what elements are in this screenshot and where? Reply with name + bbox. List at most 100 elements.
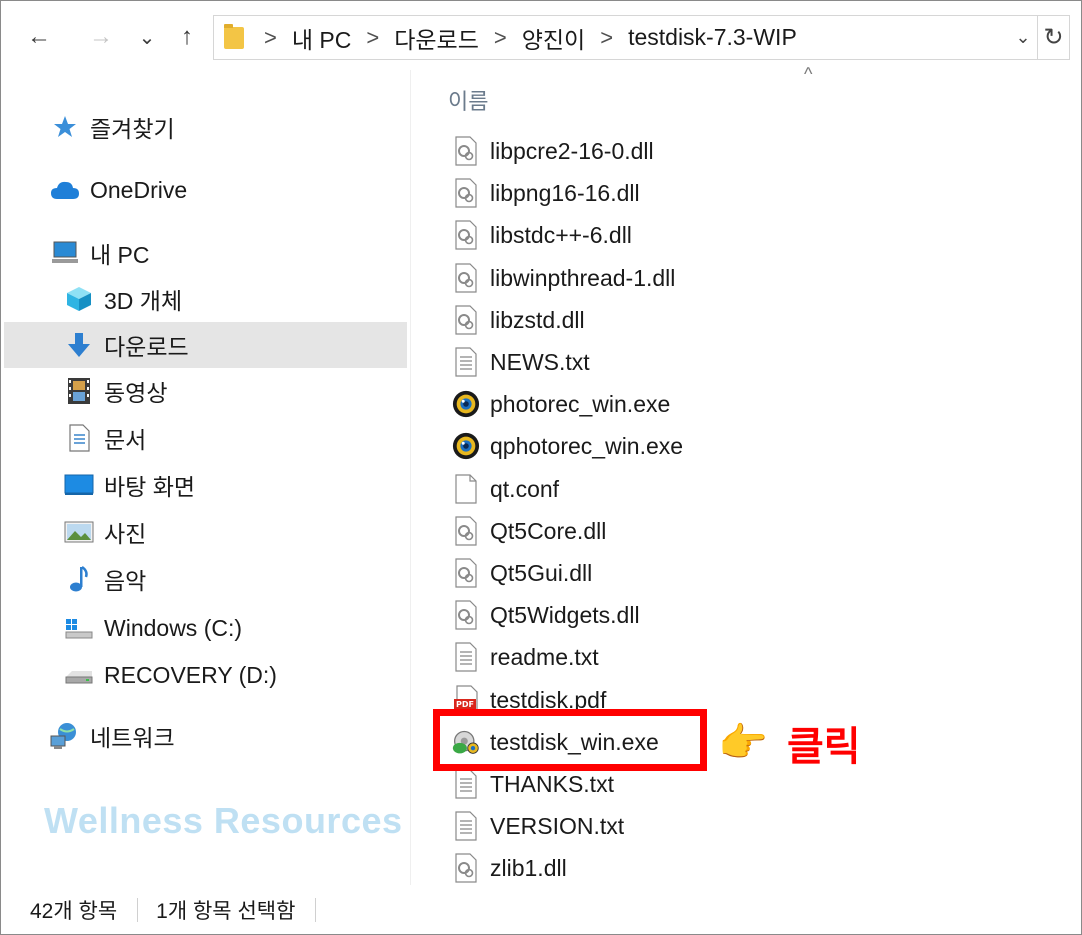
up-arrow-icon: ↑ bbox=[181, 23, 193, 50]
breadcrumb-separator: > bbox=[493, 24, 507, 50]
pane-divider[interactable] bbox=[410, 70, 411, 885]
file-name: libpng16-16.dll bbox=[490, 180, 640, 206]
sidebar-item-pictures[interactable]: 사진 bbox=[64, 509, 146, 555]
file-name: qt.conf bbox=[490, 476, 560, 502]
sidebar-item-label: RECOVERY (D:) bbox=[104, 661, 277, 688]
file-row-version-txt[interactable]: VERSION.txt bbox=[440, 805, 910, 847]
breadcrumb-current-folder[interactable]: testdisk-7.3-WIP bbox=[628, 24, 797, 51]
sidebar-item-label: 사진 bbox=[104, 521, 147, 547]
dll-file-icon bbox=[452, 304, 480, 336]
sidebar-item-downloads[interactable]: 다운로드 bbox=[4, 322, 407, 368]
up-button[interactable]: ↑ bbox=[170, 18, 204, 56]
file-row-qt5core-dll[interactable]: Qt5Core.dll bbox=[440, 510, 910, 552]
status-item-count: 42개 항목 bbox=[30, 900, 118, 923]
file-row-qphotorec-win-exe[interactable]: qphotorec_win.exe bbox=[440, 425, 910, 467]
film-icon bbox=[64, 376, 94, 406]
file-row-qt5gui-dll[interactable]: Qt5Gui.dll bbox=[440, 552, 910, 594]
windows-drive-icon bbox=[64, 613, 94, 643]
file-name: libzstd.dll bbox=[490, 307, 585, 333]
dll-file-icon bbox=[452, 262, 480, 294]
blank-file-icon bbox=[452, 473, 480, 505]
file-name: VERSION.txt bbox=[490, 813, 625, 839]
file-name: photorec_win.exe bbox=[490, 391, 671, 417]
sidebar-item-label: 바탕 화면 bbox=[104, 474, 196, 500]
dll-file-icon bbox=[452, 515, 480, 547]
file-row-news-txt[interactable]: NEWS.txt bbox=[440, 341, 910, 383]
photorec-app-icon bbox=[452, 388, 480, 420]
file-row-libstdc-6-dll[interactable]: libstdc++-6.dll bbox=[440, 214, 910, 256]
file-row-libwinpthread-1-dll[interactable]: libwinpthread-1.dll bbox=[440, 257, 910, 299]
file-row-readme-txt[interactable]: readme.txt bbox=[440, 636, 910, 678]
address-dropdown-button[interactable]: ⌄ bbox=[1009, 15, 1037, 60]
file-name: libpcre2-16-0.dll bbox=[490, 138, 654, 164]
file-name: zlib1.dll bbox=[490, 855, 567, 881]
network-icon bbox=[50, 721, 80, 751]
breadcrumb-user-folder[interactable]: 양진이 bbox=[522, 21, 585, 55]
sidebar-item-label: 네트워크 bbox=[90, 725, 175, 751]
back-arrow-icon: ← bbox=[27, 23, 51, 50]
chevron-down-icon: ⌄ bbox=[138, 26, 156, 49]
sidebar-item-favorites[interactable]: 즐겨찾기 bbox=[50, 104, 175, 150]
refresh-icon: ↻ bbox=[1043, 24, 1064, 51]
sidebar-item-videos[interactable]: 동영상 bbox=[64, 368, 167, 414]
click-annotation-label: 클릭 bbox=[787, 725, 861, 769]
file-name: qphotorec_win.exe bbox=[490, 433, 684, 459]
forward-button[interactable]: → bbox=[84, 18, 118, 56]
sidebar-item-this-pc[interactable]: 내 PC bbox=[50, 230, 150, 276]
computer-icon bbox=[50, 238, 80, 268]
dll-file-icon bbox=[452, 219, 480, 251]
breadcrumb-separator: > bbox=[600, 24, 614, 50]
picture-icon bbox=[64, 517, 94, 547]
highlight-box bbox=[433, 709, 707, 771]
sidebar-item-drive-c[interactable]: Windows (C:) bbox=[64, 605, 242, 651]
column-header-name[interactable]: 이름 bbox=[448, 84, 488, 116]
status-bar: 42개 항목 1개 항목 선택함 bbox=[0, 885, 1082, 935]
file-row-libpcre2-16-0-dll[interactable]: libpcre2-16-0.dll bbox=[440, 130, 910, 172]
watermark-text: Wellness Resources bbox=[44, 800, 403, 841]
star-icon bbox=[50, 112, 80, 142]
file-row-qt-conf[interactable]: qt.conf bbox=[440, 468, 910, 510]
sidebar-item-label: 즐겨찾기 bbox=[90, 116, 175, 142]
sidebar-item-label: OneDrive bbox=[90, 176, 188, 203]
text-file-icon bbox=[452, 641, 480, 673]
file-row-photorec-win-exe[interactable]: photorec_win.exe bbox=[440, 383, 910, 425]
back-button[interactable]: ← bbox=[22, 18, 56, 56]
sidebar-item-label: 3D 개체 bbox=[104, 288, 183, 314]
sidebar-item-drive-d[interactable]: RECOVERY (D:) bbox=[64, 652, 277, 698]
sidebar-item-onedrive[interactable]: OneDrive bbox=[50, 167, 187, 213]
sidebar-item-network[interactable]: 네트워크 bbox=[50, 713, 175, 759]
file-name: libstdc++-6.dll bbox=[490, 222, 632, 248]
dll-file-icon bbox=[452, 177, 480, 209]
download-arrow-icon bbox=[64, 330, 94, 360]
file-row-qt5widgets-dll[interactable]: Qt5Widgets.dll bbox=[440, 594, 910, 636]
file-row-zlib1-dll[interactable]: zlib1.dll bbox=[440, 847, 910, 889]
dll-file-icon bbox=[452, 852, 480, 884]
navigation-pane: 즐겨찾기 OneDrive 내 PC 3D 개체 다운로드 동영상 문서 바탕 … bbox=[0, 70, 410, 885]
music-note-icon bbox=[64, 564, 94, 594]
status-separator bbox=[315, 898, 317, 922]
address-bar[interactable]: > 내 PC > 다운로드 > 양진이 > testdisk-7.3-WIP bbox=[213, 15, 1038, 60]
breadcrumb-downloads[interactable]: 다운로드 bbox=[394, 21, 479, 55]
sidebar-item-music[interactable]: 음악 bbox=[64, 556, 146, 602]
recent-locations-button[interactable]: ⌄ bbox=[132, 18, 162, 56]
status-selected-count: 1개 항목 선택함 bbox=[156, 900, 296, 923]
drive-icon bbox=[64, 660, 94, 690]
sidebar-item-documents[interactable]: 문서 bbox=[64, 415, 146, 461]
sort-ascending-icon: ^ bbox=[804, 64, 813, 84]
breadcrumb-separator: > bbox=[366, 24, 380, 50]
text-file-icon bbox=[452, 346, 480, 378]
sidebar-item-3d-objects[interactable]: 3D 개체 bbox=[64, 276, 182, 322]
sidebar-item-label: Windows (C:) bbox=[104, 614, 243, 641]
text-file-icon bbox=[452, 810, 480, 842]
file-name: readme.txt bbox=[490, 644, 599, 670]
file-row-libpng16-16-dll[interactable]: libpng16-16.dll bbox=[440, 172, 910, 214]
file-row-libzstd-dll[interactable]: libzstd.dll bbox=[440, 299, 910, 341]
desktop-icon bbox=[64, 470, 94, 500]
document-icon bbox=[64, 423, 94, 453]
sidebar-item-desktop[interactable]: 바탕 화면 bbox=[64, 462, 195, 508]
sidebar-item-label: 문서 bbox=[104, 427, 147, 453]
breadcrumb-pc[interactable]: 내 PC bbox=[292, 21, 352, 55]
refresh-button[interactable]: ↻ bbox=[1038, 15, 1070, 60]
svg-text:PDF: PDF bbox=[456, 700, 474, 709]
sidebar-item-label: 내 PC bbox=[90, 242, 150, 268]
